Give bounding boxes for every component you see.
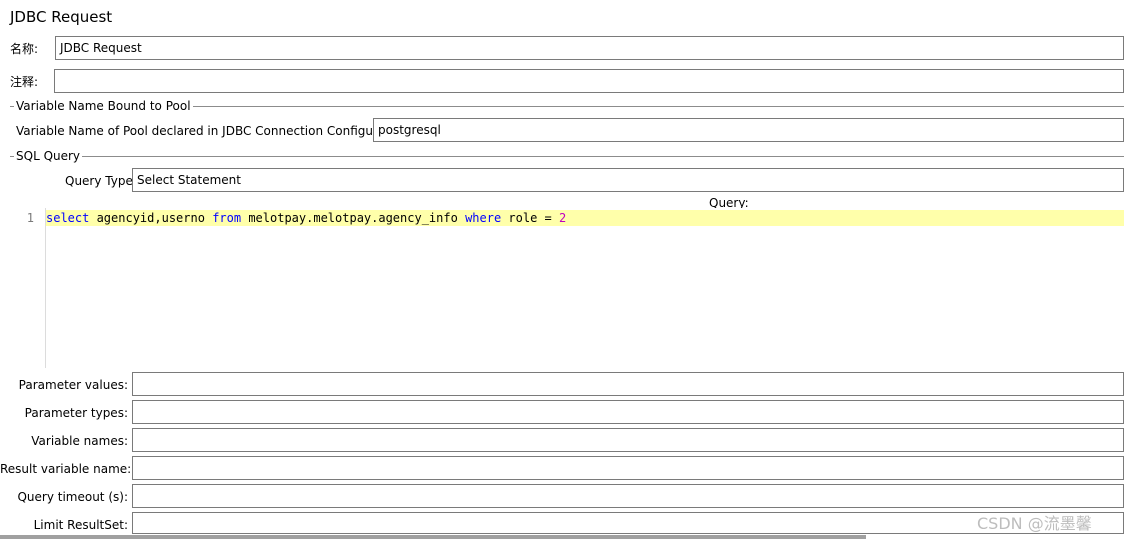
variable-names-field[interactable] [132,428,1124,452]
pool-name-field[interactable]: postgresql [373,118,1124,142]
pool-name-label: Variable Name of Pool declared in JDBC C… [16,124,413,138]
sql-group-title: SQL Query [14,149,83,163]
query-type-select[interactable]: Select Statement [132,168,1124,192]
parameter-values-label: Parameter values: [18,378,128,392]
parameter-types-field[interactable] [132,400,1124,424]
sql-group-border [10,156,1124,157]
sql-text: melotpay.melotpay.agency_info [241,211,466,225]
sql-text: role = [501,211,559,225]
sql-code-line[interactable]: select agencyid,userno from melotpay.mel… [46,210,566,226]
parameter-values-field[interactable] [132,372,1124,396]
line-number: 1 [26,211,34,225]
query-timeout-label: Query timeout (s): [17,490,128,504]
limit-resultset-label: Limit ResultSet: [33,518,128,532]
query-timeout-field[interactable] [132,484,1124,508]
parameter-types-label: Parameter types: [24,406,128,420]
horizontal-scrollbar[interactable] [0,535,866,539]
sql-number: 2 [558,211,567,225]
panel-title: JDBC Request [10,8,113,26]
result-variable-name-label: Result variable name: [0,462,132,476]
watermark: CSDN @流墨馨 [977,514,1092,533]
sql-text: agencyid,userno [89,211,213,225]
sql-keyword: select [46,211,90,225]
line-number-gutter: 1 [14,208,46,368]
limit-resultset-field[interactable] [132,512,1124,534]
comment-label: 注释: [10,75,39,89]
name-label: 名称: [10,42,39,56]
query-type-label: Query Type: [65,174,137,188]
sql-keyword: where [465,211,502,225]
sql-query-editor[interactable]: 1 select agencyid,userno from melotpay.m… [14,208,1124,368]
sql-keyword: from [212,211,242,225]
result-variable-name-field[interactable] [132,456,1124,480]
variable-names-label: Variable names: [31,434,128,448]
comment-field[interactable] [54,69,1124,93]
name-field[interactable]: JDBC Request [55,36,1124,60]
pool-group-title: Variable Name Bound to Pool [14,99,193,113]
